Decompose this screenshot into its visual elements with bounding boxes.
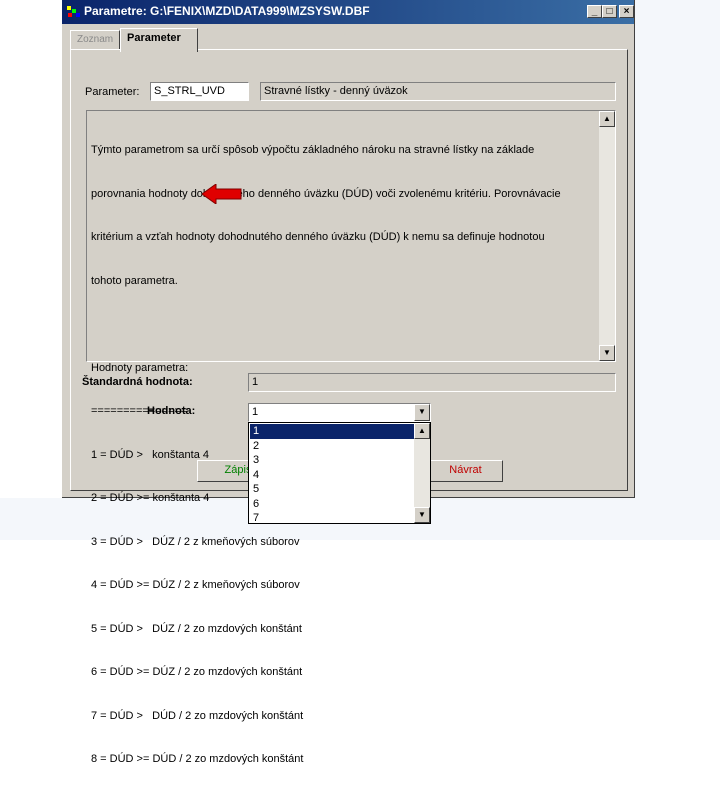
memo-line: porovnania hodnoty dohodnutého denného ú…	[91, 187, 561, 200]
scroll-down-icon[interactable]: ▼	[599, 345, 615, 361]
tab-zoznam[interactable]: Zoznam	[70, 30, 120, 50]
standard-value-field: 1	[248, 373, 616, 392]
value-combobox[interactable]: 1	[248, 403, 431, 422]
red-arrow-icon	[202, 184, 242, 204]
dropdown-option[interactable]: 3	[250, 453, 415, 468]
memo-line: 6 = DÚD >= DÚZ / 2 zo mzdových konštánt	[91, 666, 303, 678]
scroll-up-icon[interactable]: ▲	[414, 423, 430, 439]
parameter-description-field: Stravné lístky - denný úväzok	[260, 82, 616, 101]
title-bar[interactable]: Parametre: G:\FENIX\MZD\DATA999\MZSYSW.D…	[62, 0, 634, 24]
dropdown-option[interactable]: 6	[250, 497, 415, 512]
dropdown-option[interactable]: 7	[250, 511, 415, 526]
value-combobox-text: 1	[252, 406, 259, 418]
memo-line: tohoto parametra.	[91, 274, 178, 287]
memo-line: kritérium a vzťah hodnoty dohodnutého de…	[91, 231, 545, 243]
dropdown-option[interactable]: 4	[250, 468, 415, 483]
memo-line: Týmto parametrom sa určí spôsob výpočtu …	[91, 144, 535, 156]
maximize-button[interactable]: □	[602, 5, 617, 18]
window-title: Parametre: G:\FENIX\MZD\DATA999\MZSYSW.D…	[84, 4, 370, 18]
chevron-down-icon[interactable]: ▼	[414, 404, 430, 421]
standard-value-label: Štandardná hodnota:	[82, 376, 193, 388]
dropdown-option[interactable]: 1	[250, 424, 415, 439]
tab-parameter[interactable]: Parameter	[120, 28, 198, 52]
dropdown-option[interactable]: 5	[250, 482, 415, 497]
memo-scrollbar[interactable]: ▲ ▼	[599, 111, 615, 361]
memo-line: 4 = DÚD >= DÚZ / 2 z kmeňových súborov	[91, 579, 300, 591]
memo-line: 7 = DÚD > DÚD / 2 zo mzdových konštánt	[91, 709, 304, 722]
parameter-help-memo[interactable]: Týmto parametrom sa určí spôsob výpočtu …	[86, 110, 616, 765]
minimize-button[interactable]: _	[587, 5, 602, 18]
scroll-down-icon[interactable]: ▼	[414, 507, 430, 523]
parameter-code-field[interactable]: S_STRL_UVD	[150, 82, 249, 101]
close-button[interactable]: ×	[619, 5, 634, 18]
memo-line	[91, 317, 596, 332]
back-button[interactable]: Návrat	[428, 460, 503, 482]
memo-line: 3 = DÚD > DÚZ / 2 z kmeňových súborov	[91, 535, 300, 548]
scroll-up-icon[interactable]: ▲	[599, 111, 615, 127]
memo-line: 5 = DÚD > DÚZ / 2 zo mzdových konštánt	[91, 622, 302, 635]
parameter-label: Parameter:	[85, 86, 140, 98]
app-icon	[67, 6, 80, 17]
background-decoration	[630, 0, 720, 540]
dropdown-option[interactable]: 2	[250, 439, 415, 454]
value-label: Hodnota:	[147, 405, 196, 417]
memo-line: 8 = DÚD >= DÚD / 2 zo mzdových konštánt	[91, 753, 304, 765]
value-dropdown-list[interactable]: 1 2 3 4 5 6 7 ▲ ▼	[248, 422, 431, 524]
dropdown-scrollbar[interactable]: ▲ ▼	[414, 423, 430, 523]
